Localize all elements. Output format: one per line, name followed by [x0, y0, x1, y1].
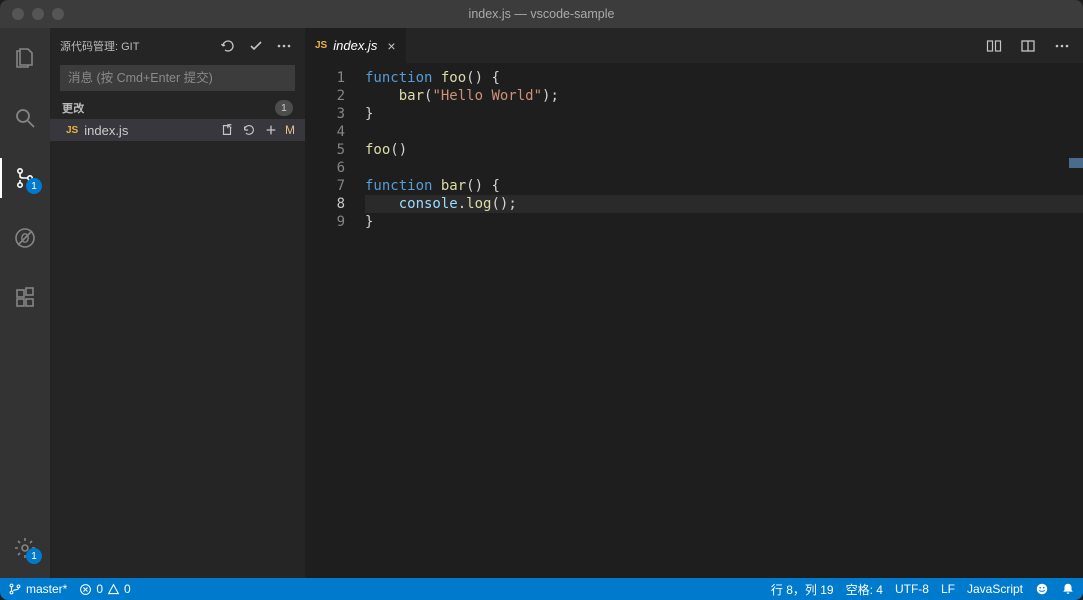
scm-badge: 1	[26, 178, 42, 194]
scm-title: 源代码管理: GIT	[60, 38, 211, 54]
notifications-button[interactable]	[1061, 582, 1075, 596]
scm-header: 源代码管理: GIT	[50, 28, 305, 63]
tab-lang-badge: JS	[315, 40, 327, 51]
commit-button[interactable]	[245, 35, 267, 57]
error-icon	[79, 583, 92, 596]
problems-status[interactable]: 0 0	[79, 582, 130, 596]
settings-button[interactable]: 1	[0, 528, 50, 568]
line-numbers: 1 2 3 4 5 6 7 8 9	[305, 63, 365, 578]
editor-area: JS index.js ×	[305, 28, 1083, 578]
file-lang-badge: JS	[66, 125, 78, 136]
line-number: 5	[305, 141, 345, 159]
file-name: index.js	[84, 123, 128, 138]
changes-section-header[interactable]: 更改 1	[50, 97, 305, 119]
window-controls	[0, 8, 64, 20]
error-count: 0	[96, 582, 103, 596]
search-tab[interactable]	[0, 98, 50, 138]
debug-tab[interactable]	[0, 218, 50, 258]
warning-icon	[107, 583, 120, 596]
line-number: 6	[305, 159, 345, 177]
cursor-position[interactable]: 行 8，列 19	[771, 581, 834, 598]
line-number: 8	[305, 195, 345, 213]
editor-actions	[983, 28, 1083, 63]
files-icon	[13, 46, 37, 70]
encoding-status[interactable]: UTF-8	[895, 582, 929, 596]
branch-status[interactable]: master*	[8, 582, 67, 596]
branch-name: master*	[26, 582, 67, 596]
plus-icon	[264, 123, 278, 137]
more-actions-button[interactable]	[273, 35, 295, 57]
smiley-icon	[1035, 582, 1049, 596]
line-number: 1	[305, 69, 345, 87]
feedback-button[interactable]	[1035, 582, 1049, 596]
activity-bar: 1 1	[0, 28, 50, 578]
close-window-button[interactable]	[12, 8, 24, 20]
line-number: 9	[305, 213, 345, 231]
window-title: index.js — vscode-sample	[0, 7, 1083, 21]
commit-message-input[interactable]	[60, 65, 295, 91]
compare-changes-button[interactable]	[983, 35, 1005, 57]
refresh-icon	[220, 38, 236, 54]
discard-changes-button[interactable]	[241, 122, 257, 138]
bell-icon	[1061, 582, 1075, 596]
code-content[interactable]: function foo() { bar("Hello World"); } f…	[365, 63, 1083, 578]
extensions-tab[interactable]	[0, 278, 50, 318]
refresh-button[interactable]	[217, 35, 239, 57]
minimap-marker	[1069, 158, 1083, 168]
discard-icon	[242, 123, 256, 137]
language-mode[interactable]: JavaScript	[967, 582, 1023, 596]
line-number: 2	[305, 87, 345, 105]
explorer-tab[interactable]	[0, 38, 50, 78]
extensions-icon	[13, 286, 37, 310]
editor-tab[interactable]: JS index.js ×	[305, 28, 407, 63]
editor-body[interactable]: 1 2 3 4 5 6 7 8 9 function foo() { bar("…	[305, 63, 1083, 578]
scm-sidebar: 源代码管理: GIT 更改 1 JS index.js	[50, 28, 305, 578]
changed-file-row[interactable]: JS index.js M	[50, 119, 305, 141]
line-number: 4	[305, 123, 345, 141]
branch-icon	[8, 582, 22, 596]
changes-count: 1	[275, 100, 293, 116]
file-status: M	[285, 123, 295, 137]
goto-file-icon	[220, 123, 234, 137]
diff-icon	[986, 38, 1002, 54]
settings-badge: 1	[26, 548, 42, 564]
split-icon	[1020, 38, 1036, 54]
tab-file-name: index.js	[333, 38, 377, 53]
open-file-button[interactable]	[219, 122, 235, 138]
line-number: 7	[305, 177, 345, 195]
ellipsis-icon	[1054, 38, 1070, 54]
warning-count: 0	[124, 582, 131, 596]
search-icon	[13, 106, 37, 130]
check-icon	[248, 38, 264, 54]
indentation-status[interactable]: 空格: 4	[846, 581, 883, 598]
no-bug-icon	[13, 226, 37, 250]
ellipsis-icon	[276, 38, 292, 54]
line-number: 3	[305, 105, 345, 123]
stage-changes-button[interactable]	[263, 122, 279, 138]
status-bar: master* 0 0 行 8，列 19 空格: 4 UTF-8 LF Java…	[0, 578, 1083, 600]
zoom-window-button[interactable]	[52, 8, 64, 20]
titlebar: index.js — vscode-sample	[0, 0, 1083, 28]
eol-status[interactable]: LF	[941, 582, 955, 596]
minimize-window-button[interactable]	[32, 8, 44, 20]
editor-tabs: JS index.js ×	[305, 28, 1083, 63]
tab-close-button[interactable]: ×	[387, 38, 395, 54]
split-editor-button[interactable]	[1017, 35, 1039, 57]
scm-tab[interactable]: 1	[0, 158, 50, 198]
editor-more-button[interactable]	[1051, 35, 1073, 57]
changes-label: 更改	[62, 100, 84, 116]
